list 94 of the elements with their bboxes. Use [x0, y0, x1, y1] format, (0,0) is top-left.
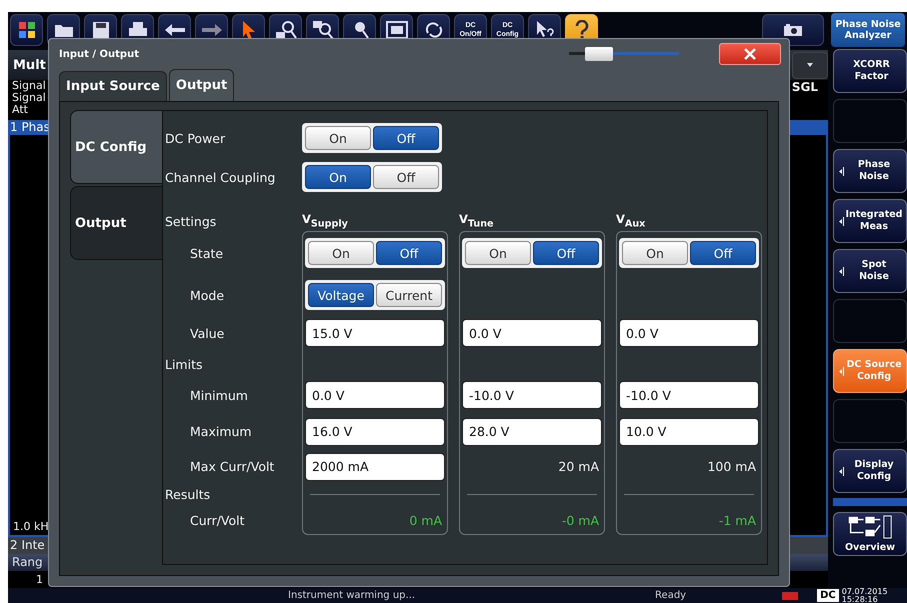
setting-label: Minimum	[189, 388, 249, 402]
result-value: 0 mA	[409, 512, 442, 528]
setting-label: State	[189, 246, 224, 260]
submenu-arrow-icon	[839, 216, 844, 226]
input-field[interactable]: 28.0 V	[462, 418, 602, 446]
toggle-option[interactable]: Off	[533, 241, 599, 265]
pointer-icon	[240, 20, 256, 40]
input-field[interactable]: 0.0 V	[619, 319, 759, 347]
section-label: Settings	[165, 214, 218, 231]
camera-icon	[783, 23, 803, 37]
overview-button[interactable]: Overview	[833, 512, 907, 556]
input-field[interactable]: 10.0 V	[619, 418, 759, 446]
column-heading: V$_{Aux}$	[616, 212, 646, 231]
softkey[interactable]: Spot Noise	[833, 249, 907, 293]
toggle-option[interactable]: On	[465, 241, 531, 265]
value-text: 100 mA	[707, 459, 756, 474]
input-field[interactable]: 0.0 V	[305, 381, 445, 409]
toggle-option[interactable]: On	[305, 165, 371, 189]
value-text: 20 mA	[558, 459, 599, 474]
setting-label: Channel Coupling	[165, 170, 276, 184]
close-button[interactable]	[719, 43, 781, 65]
setting-label: Maximum	[189, 424, 253, 439]
info-label: Signal	[12, 80, 46, 92]
dialog-title: Input / Output	[59, 48, 139, 60]
softkey[interactable]: Integrated Meas	[833, 199, 907, 243]
toggle-option[interactable]: Off	[373, 126, 439, 150]
toggle-option[interactable]: On	[622, 241, 688, 265]
date-label: 07.07.2015	[842, 588, 888, 596]
submenu-arrow-icon	[839, 266, 844, 276]
setting-label: Max Curr/Volt	[189, 459, 276, 474]
info-label: Att	[12, 104, 28, 116]
status-message: Instrument warming up...	[288, 590, 416, 601]
time-label: 15:28:16	[842, 596, 879, 603]
toggle-option[interactable]: Off	[373, 165, 439, 189]
column-heading: V$_{Supply}$	[302, 212, 349, 231]
toggle-option[interactable]: Off	[690, 241, 756, 265]
setting-label: Curr/Volt	[189, 512, 246, 528]
start-button[interactable]	[10, 14, 43, 46]
tab[interactable]: Input Source	[59, 71, 167, 101]
magnifier-icon	[274, 20, 296, 40]
submenu-arrow-icon	[839, 366, 844, 376]
section-label: Results	[165, 486, 212, 502]
submenu-arrow-icon	[839, 166, 844, 176]
side-tab[interactable]: DC Config	[70, 110, 162, 184]
result-value: -0 mA	[562, 512, 599, 528]
status-text: Ready	[655, 590, 686, 601]
input-field[interactable]: -10.0 V	[619, 381, 759, 409]
result-value: -1 mA	[718, 512, 756, 528]
transparency-slider[interactable]	[569, 47, 679, 61]
toggle-switch[interactable]: On Off	[619, 238, 759, 268]
softkey[interactable]: XCORR Factor	[833, 49, 907, 93]
toggle-option[interactable]: Current	[376, 283, 442, 307]
dc-indicator: DC	[817, 589, 839, 602]
toggle-switch[interactable]: On Off	[302, 123, 442, 153]
magnifier-icon	[312, 20, 334, 40]
slider-thumb[interactable]	[585, 47, 614, 61]
circular-arrows-icon	[424, 21, 444, 39]
application-title: Phase Noise Analyzer	[831, 13, 905, 47]
pointer-question-icon	[534, 20, 554, 40]
warning-icon	[781, 590, 800, 600]
close-icon	[743, 48, 757, 60]
toggle-option[interactable]: Off	[376, 241, 442, 265]
input-field[interactable]: -10.0 V	[462, 381, 602, 409]
printer-icon	[128, 21, 148, 39]
input-field[interactable]: 15.0 V	[305, 319, 445, 347]
caret-icon	[807, 63, 813, 67]
setting-label: Value	[189, 326, 226, 340]
input-field[interactable]: 2000 mA	[305, 452, 445, 480]
column-heading: V$_{Tune}$	[459, 212, 495, 231]
input-field[interactable]: 0.0 V	[462, 319, 602, 347]
view-tab[interactable]: Mult	[8, 58, 46, 72]
sweep-mode-label: SGL	[792, 80, 818, 96]
toggle-switch[interactable]: On Off	[305, 238, 445, 268]
redo-arrow-icon	[200, 23, 222, 37]
info-label: Signal	[12, 92, 46, 104]
toggle-option[interactable]: On	[305, 126, 371, 150]
toggle-option[interactable]: Voltage	[308, 283, 374, 307]
toggle-switch[interactable]: On Off	[462, 238, 602, 268]
section-label: Limits	[165, 356, 204, 372]
softkey[interactable]: Display Config	[833, 449, 907, 493]
question-mark-icon	[574, 20, 588, 40]
softkey[interactable]: Phase Noise	[833, 149, 907, 193]
tab[interactable]: Output	[168, 69, 234, 101]
undo-arrow-icon	[164, 23, 186, 37]
windows-logo-icon	[18, 21, 36, 39]
submenu-arrow-icon	[839, 466, 844, 476]
toggle-switch[interactable]: Voltage Current	[305, 280, 445, 310]
frame-icon	[386, 21, 408, 39]
input-field[interactable]: 16.0 V	[305, 418, 445, 446]
side-tab[interactable]: Output	[70, 186, 162, 260]
table-cell: 1	[36, 573, 43, 586]
setting-label: Mode	[189, 288, 226, 302]
toggle-switch[interactable]: On Off	[302, 162, 442, 192]
toggle-option[interactable]: On	[308, 241, 374, 265]
